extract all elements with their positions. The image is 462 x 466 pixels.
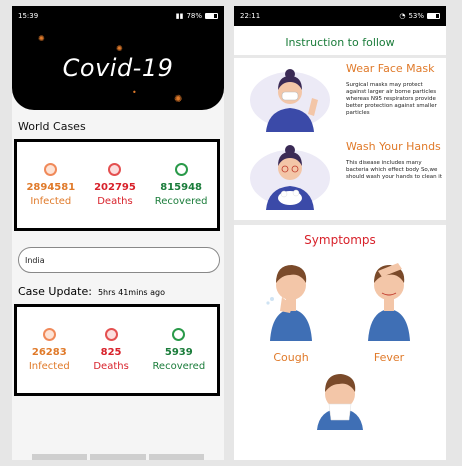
deaths-stat: 202795 Deaths xyxy=(94,163,136,207)
case-update-label: Case Update: xyxy=(18,285,92,298)
country-recovered-stat: 5939 Recovered xyxy=(152,328,205,372)
instruction-item: Wear Face Mask Surgical masks may protec… xyxy=(234,58,446,136)
recovered-count: 815948 xyxy=(160,182,202,193)
infected-indicator-icon xyxy=(44,163,58,176)
battery-text: 53% xyxy=(408,12,424,20)
recovered-indicator-icon xyxy=(172,328,186,341)
country-cases-card: 26283 Infected 825 Deaths 5939 Recovered xyxy=(14,304,220,396)
fever-illustration xyxy=(368,263,410,341)
status-bar: 15:39 ▮▮ 78% xyxy=(12,6,224,26)
deaths-indicator-icon xyxy=(108,163,122,176)
nav-tab[interactable] xyxy=(32,454,88,460)
bottom-navigation xyxy=(12,454,224,460)
screenshot-canvas: 15:39 ▮▮ 78% ✺ ✺ • ✺ Covid-19 World Case… xyxy=(0,0,462,466)
country-recovered-count: 5939 xyxy=(164,347,193,358)
country-deaths-label: Deaths xyxy=(93,361,129,372)
app-header: ✺ ✺ • ✺ Covid-19 xyxy=(12,26,224,110)
infected-indicator-icon xyxy=(42,328,56,341)
symptoms-title: Symptomps xyxy=(304,233,376,247)
signal-icon: ▮▮ xyxy=(175,12,184,20)
instructions-screen: 22:11 ◔ 53% Instruction to follow Wear F… xyxy=(234,6,446,460)
recovered-stat: 815948 Recovered xyxy=(155,163,208,207)
deaths-indicator-icon xyxy=(104,328,118,341)
item-description: Surgical masks may protect against large… xyxy=(346,82,437,116)
virus-icon: ✺ xyxy=(174,94,183,105)
country-recovered-label: Recovered xyxy=(152,361,206,372)
infected-count: 2894581 xyxy=(26,182,76,193)
infected-stat: 2894581 Infected xyxy=(26,163,75,207)
symptom-item xyxy=(234,370,446,430)
virus-icon: • xyxy=(132,88,137,97)
item-heading: Wear Face Mask xyxy=(346,62,435,75)
country-infected-count: 26283 xyxy=(31,347,67,358)
battery-icon xyxy=(427,13,440,19)
app-title: Covid-19 xyxy=(62,54,174,82)
recovered-label: Recovered xyxy=(154,196,208,207)
wear-mask-illustration xyxy=(250,69,330,132)
status-time: 22:11 xyxy=(240,12,261,20)
country-search-input[interactable]: India xyxy=(18,247,220,273)
home-screen: 15:39 ▮▮ 78% ✺ ✺ • ✺ Covid-19 World Case… xyxy=(12,6,224,460)
battery-text: 78% xyxy=(186,12,202,20)
status-bar: 22:11 ◔ 53% xyxy=(234,6,446,26)
item-description: This disease includes many bacteria whic… xyxy=(346,160,442,180)
symptoms-grid: Cough Fever xyxy=(234,253,446,364)
nav-tab[interactable] xyxy=(148,454,204,460)
sneeze-illustration xyxy=(317,374,363,430)
symptom-label: Cough xyxy=(273,351,309,364)
symptom-item: Fever xyxy=(358,253,420,364)
case-update-time: 5hrs 41mins ago xyxy=(97,288,165,297)
country-infected-label: Infected xyxy=(28,361,70,372)
status-time: 15:39 xyxy=(18,12,39,20)
infected-label: Infected xyxy=(30,196,72,207)
world-cases-card: 2894581 Infected 202795 Deaths 815948 Re… xyxy=(14,139,220,231)
battery-icon xyxy=(205,13,218,19)
world-cases-title: World Cases xyxy=(18,120,86,133)
deaths-label: Deaths xyxy=(97,196,133,207)
nav-tab[interactable] xyxy=(90,454,146,460)
instruction-item: Wash Your Hands This disease includes ma… xyxy=(234,136,446,214)
recovered-indicator-icon xyxy=(174,163,188,176)
case-update-row: Case Update: 5hrs 41mins ago xyxy=(12,273,224,302)
wifi-icon: ◔ xyxy=(399,12,406,20)
item-heading: Wash Your Hands xyxy=(346,140,441,153)
virus-icon: ✺ xyxy=(116,44,123,53)
cough-illustration xyxy=(266,265,312,341)
wash-hands-illustration xyxy=(250,145,330,210)
symptom-label: Fever xyxy=(373,351,405,364)
instruction-title: Instruction to follow xyxy=(285,36,395,49)
country-deaths-stat: 825 Deaths xyxy=(93,328,129,372)
virus-icon: ✺ xyxy=(38,34,45,43)
country-infected-stat: 26283 Infected xyxy=(29,328,70,372)
symptom-item: Cough xyxy=(260,253,322,364)
country-deaths-count: 825 xyxy=(100,347,122,358)
deaths-count: 202795 xyxy=(94,182,136,193)
